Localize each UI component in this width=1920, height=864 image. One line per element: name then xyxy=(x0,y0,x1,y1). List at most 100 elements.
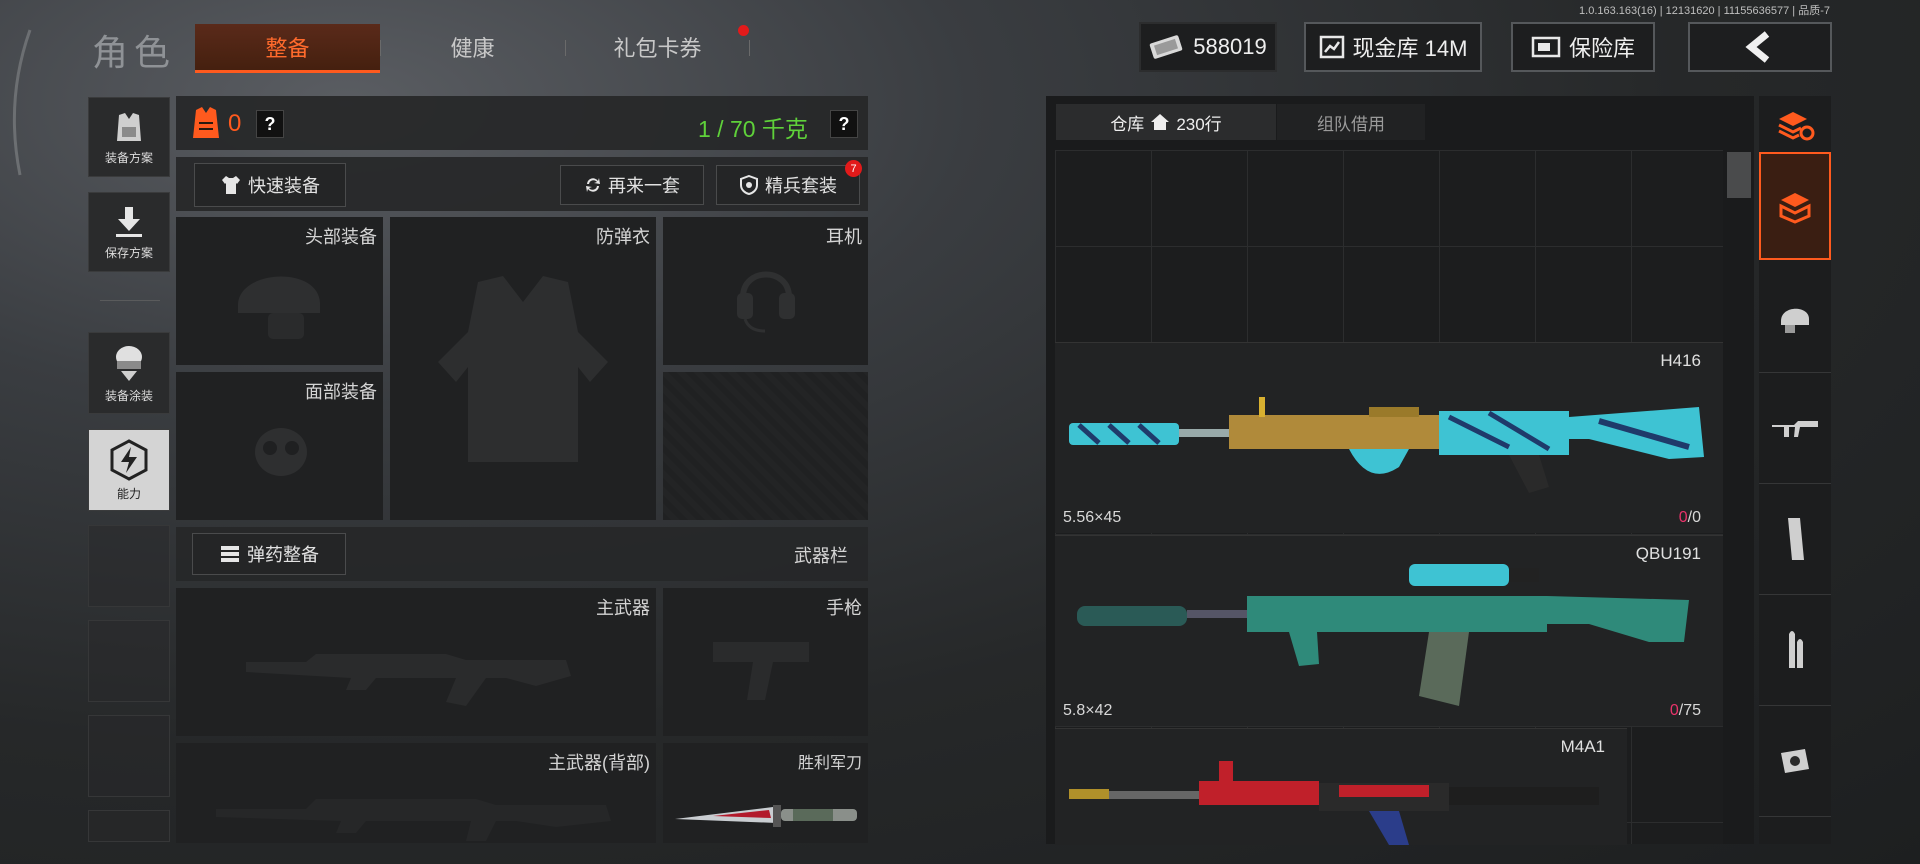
refresh-icon xyxy=(586,178,600,192)
safe-icon xyxy=(1531,36,1561,58)
primary-weapon-label: 主武器 xyxy=(596,598,650,618)
weapon-card-m4a1[interactable]: M4A1 xyxy=(1055,728,1627,845)
shield-icon xyxy=(740,175,758,195)
tab-warehouse[interactable]: 仓库 230行 xyxy=(1056,104,1276,140)
currency-value: 588019 xyxy=(1193,34,1267,59)
pistol-slot[interactable]: 手枪 xyxy=(663,588,868,736)
ammo-category-icon xyxy=(1789,631,1803,668)
sidebar-divider xyxy=(100,300,160,301)
loadout-plan-button[interactable]: 装备方案 xyxy=(88,97,170,177)
magazine-category-icon xyxy=(1788,518,1804,560)
weapon-caliber: 5.8×42 xyxy=(1063,702,1113,719)
vest-plan-icon xyxy=(117,112,141,141)
tab-gift-label: 礼包卡券 xyxy=(613,36,702,61)
elite-set-label: 精兵套装 xyxy=(765,176,837,196)
chart-card-icon xyxy=(1319,35,1344,59)
tab-divider xyxy=(749,40,750,56)
empty-slot xyxy=(88,525,170,607)
elite-set-button[interactable]: 精兵套装 xyxy=(716,165,860,205)
ammo-prep-label: 弹药整备 xyxy=(247,545,319,565)
tab-health-label: 健康 xyxy=(450,36,495,61)
gas-mask-icon xyxy=(255,428,307,476)
vest-slot[interactable]: 防弹衣 xyxy=(390,217,656,520)
category-rifle[interactable] xyxy=(1759,373,1831,484)
tab-team-borrow[interactable]: 组队借用 xyxy=(1277,104,1425,140)
tab-health[interactable]: 健康 xyxy=(380,24,565,70)
helmet-category-icon xyxy=(1781,308,1809,333)
locked-slot xyxy=(663,372,868,520)
category-scope[interactable] xyxy=(1759,706,1831,817)
retry-set-label: 再来一套 xyxy=(608,176,680,196)
category-magazine[interactable] xyxy=(1759,484,1831,595)
rifle-silhouette-icon xyxy=(246,654,571,706)
cash-vault-label: 现金库 14M xyxy=(1352,36,1468,61)
headset-slot-label: 耳机 xyxy=(826,227,862,247)
save-plan-button[interactable]: 保存方案 xyxy=(88,192,170,272)
h416-rifle-image xyxy=(1069,397,1704,493)
helmet-slot[interactable]: 头部装备 xyxy=(176,217,383,365)
pistol-silhouette-icon xyxy=(713,642,809,700)
decorative-arc xyxy=(12,29,32,176)
back-arrow-icon xyxy=(1745,31,1770,63)
qbu191-rifle-image xyxy=(1077,564,1689,706)
cash-vault-button[interactable]: 现金库 14M xyxy=(1304,22,1482,72)
weapon-caliber: 5.56×45 xyxy=(1063,509,1122,526)
ammo-prep-button[interactable]: 弹药整备 xyxy=(192,533,346,575)
armor-help-icon[interactable]: ? xyxy=(256,110,284,138)
empty-slot xyxy=(88,810,170,842)
warehouse-rows: 230行 xyxy=(1176,114,1222,134)
warehouse-scrollbar[interactable] xyxy=(1727,152,1751,198)
weapon-ammo-count: 0/75 xyxy=(1670,702,1701,720)
all-items-icon xyxy=(1778,112,1815,141)
tab-equipment[interactable]: 整备 xyxy=(195,24,380,73)
ability-button[interactable]: 能力 xyxy=(88,429,170,511)
weapon-card-h416[interactable]: H416 5.56×45 0/0 xyxy=(1055,342,1723,533)
tab-gift-coupons[interactable]: 礼包卡券 xyxy=(565,24,750,70)
safe-box-button[interactable]: 保险库 xyxy=(1511,22,1655,72)
primary-weapon-slot[interactable]: 主武器 xyxy=(176,588,656,736)
empty-slot xyxy=(88,620,170,702)
tab-team-borrow-label: 组队借用 xyxy=(1317,114,1385,134)
tab-warehouse-label: 仓库 xyxy=(1110,114,1145,134)
headset-icon xyxy=(737,271,795,333)
category-all[interactable] xyxy=(1759,96,1831,153)
headset-slot[interactable]: 耳机 xyxy=(663,217,868,365)
home-icon xyxy=(1151,114,1170,130)
face-slot[interactable]: 面部装备 xyxy=(176,372,383,520)
m4a1-rifle-image xyxy=(1069,761,1599,845)
vest-slot-label: 防弹衣 xyxy=(596,227,650,247)
version-info: 1.0.163.163(16) | 12131620 | 11155636577… xyxy=(1579,5,1830,17)
shirt-icon xyxy=(222,176,240,194)
face-slot-label: 面部装备 xyxy=(305,382,377,402)
elite-set-badge: 7 xyxy=(845,160,862,177)
quick-equip-button[interactable]: 快速装备 xyxy=(194,163,346,207)
equipment-skin-label: 装备涂装 xyxy=(104,388,153,403)
weapon-name: H416 xyxy=(1660,351,1701,370)
helmet-slot-label: 头部装备 xyxy=(305,227,377,247)
weight-help-icon[interactable]: ? xyxy=(830,110,858,138)
category-helmet[interactable] xyxy=(1759,262,1831,373)
banknote-icon xyxy=(1150,35,1183,59)
paint-skin-icon xyxy=(116,345,142,381)
equipment-skin-button[interactable]: 装备涂装 xyxy=(88,332,170,414)
primary-back-slot[interactable]: 主武器(背部) xyxy=(176,743,656,843)
rifle-back-silhouette-icon xyxy=(216,799,611,841)
currency-display: 588019 xyxy=(1139,22,1277,72)
category-storage[interactable] xyxy=(1759,152,1831,260)
back-button[interactable] xyxy=(1688,22,1832,72)
ability-label: 能力 xyxy=(116,486,141,501)
weapon-bar-label: 武器栏 xyxy=(794,546,848,566)
ability-bolt-icon xyxy=(110,438,148,481)
download-save-icon xyxy=(116,206,142,237)
ammo-have: 0 xyxy=(1678,509,1688,526)
scope-category-icon xyxy=(1781,749,1809,773)
melee-slot[interactable]: 胜利军刀 xyxy=(663,743,868,843)
primary-back-label: 主武器(背部) xyxy=(548,753,650,773)
category-ammo[interactable] xyxy=(1759,595,1831,706)
ammo-total: 75 xyxy=(1683,702,1701,719)
retry-set-button[interactable]: 再来一套 xyxy=(560,165,704,205)
safe-box-label: 保险库 xyxy=(1568,36,1635,61)
pistol-label: 手枪 xyxy=(826,598,862,618)
quick-equip-label: 快速装备 xyxy=(248,176,320,196)
weapon-card-qbu191[interactable]: QBU191 5.8×42 0/75 xyxy=(1055,535,1723,726)
